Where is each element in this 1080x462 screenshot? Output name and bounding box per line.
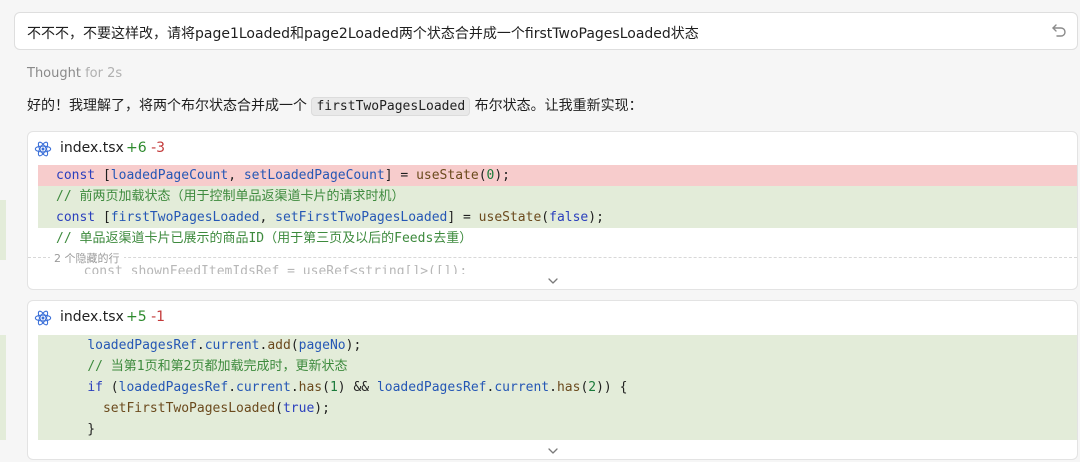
diff-card-2[interactable]: index.tsx +5 -1 loadedPagesRef.current.a… bbox=[27, 300, 1078, 460]
chevron-down-icon[interactable] bbox=[546, 276, 560, 286]
lines-added: +6 bbox=[126, 140, 147, 156]
user-message-text: 不不不，不要这样改，请将page1Loaded和page2Loaded两个状态合… bbox=[27, 26, 699, 42]
code-line-added: } bbox=[38, 419, 1077, 440]
gutter-marker bbox=[0, 200, 6, 260]
code-line-added: // 当第1页和第2页都加载完成时，更新状态 bbox=[38, 356, 1077, 377]
lines-added: +5 bbox=[126, 309, 147, 325]
thought-duration: for 2s bbox=[85, 66, 123, 81]
diff-header[interactable]: index.tsx +6 -3 bbox=[28, 132, 1077, 164]
reply-text-before: 好的！我理解了，将两个布尔状态合并成一个 bbox=[27, 98, 312, 114]
diff-stats: +5 -1 bbox=[126, 309, 165, 325]
diff-header[interactable]: index.tsx +5 -1 bbox=[28, 301, 1077, 333]
code-line-removed: const [loadedPageCount, setLoadedPageCou… bbox=[38, 165, 1077, 186]
thought-label: Thought bbox=[27, 66, 81, 81]
lines-removed: -3 bbox=[151, 140, 166, 156]
diff-filename: index.tsx bbox=[60, 140, 124, 156]
undo-icon[interactable] bbox=[1051, 22, 1067, 38]
assistant-reply: 好的！我理解了，将两个布尔状态合并成一个 firstTwoPagesLoaded… bbox=[27, 95, 643, 116]
diff-card-1[interactable]: index.tsx +6 -3 const [loadedPageCount, … bbox=[27, 131, 1078, 290]
code-line-added: loadedPagesRef.current.add(pageNo); bbox=[38, 335, 1077, 356]
code-line-truncated: const shownFeedItemIdsRef = useRef<strin… bbox=[68, 264, 468, 274]
react-icon bbox=[34, 141, 52, 157]
code-line-context: // 单品返渠道卡片已展示的商品ID（用于第三页及以后的Feeds去重） bbox=[56, 231, 473, 246]
diff-filename: index.tsx bbox=[60, 309, 124, 325]
lines-removed: -1 bbox=[151, 309, 166, 325]
gutter-marker bbox=[0, 335, 6, 440]
code-line-added: setFirstTwoPagesLoaded(true); bbox=[38, 398, 1077, 419]
code-line-added: if (loadedPagesRef.current.has(1) && loa… bbox=[38, 377, 1077, 398]
chevron-down-icon[interactable] bbox=[546, 446, 560, 456]
thought-indicator[interactable]: Thought for 2s bbox=[27, 66, 122, 81]
code-line-added: // 前两页加载状态（用于控制单品返渠道卡片的请求时机） bbox=[38, 186, 1077, 207]
reply-text-after: 布尔状态。让我重新实现： bbox=[470, 98, 643, 114]
reply-inline-code: firstTwoPagesLoaded bbox=[311, 97, 471, 116]
diff-stats: +6 -3 bbox=[126, 140, 165, 156]
code-line-added: const [firstTwoPagesLoaded, setFirstTwoP… bbox=[38, 207, 1077, 228]
react-icon bbox=[34, 310, 52, 326]
user-message[interactable]: 不不不，不要这样改，请将page1Loaded和page2Loaded两个状态合… bbox=[14, 12, 1078, 50]
